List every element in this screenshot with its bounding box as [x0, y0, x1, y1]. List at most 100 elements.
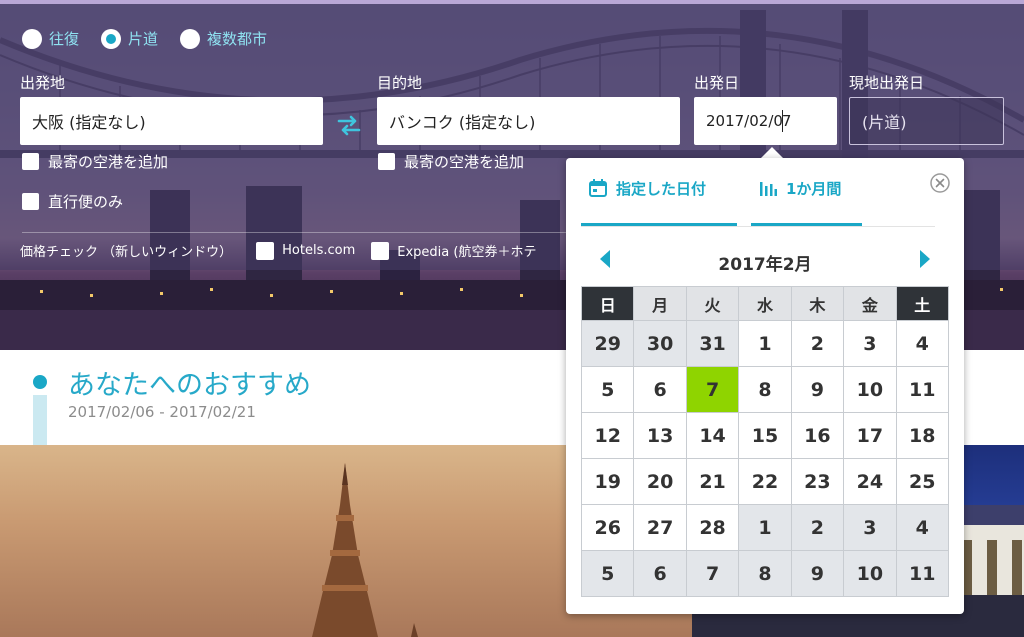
- depart-date-value-part1: 2017/02/0: [706, 112, 783, 130]
- calendar-day-outside-month[interactable]: 6: [633, 550, 687, 597]
- calendar-day[interactable]: 14: [685, 412, 740, 459]
- calendar-week: 29 30 31 1 2 3 4: [580, 320, 950, 367]
- calendar-day[interactable]: 22: [738, 458, 792, 505]
- calendar-day-outside-month[interactable]: 10: [843, 550, 897, 597]
- direct-only-checkbox[interactable]: 直行便のみ: [22, 191, 123, 212]
- calendar-day[interactable]: 9: [790, 366, 845, 413]
- bar-chart-icon: [760, 182, 777, 196]
- calendar-day-selected[interactable]: 7: [685, 366, 740, 413]
- radio-roundtrip-dot[interactable]: [22, 28, 42, 49]
- calendar-day[interactable]: 1: [738, 320, 792, 367]
- calendar-week: 5 6 7 8 9 10 11: [580, 550, 950, 597]
- calendar-day[interactable]: 2: [790, 320, 845, 367]
- calendar-day[interactable]: 16: [790, 412, 845, 459]
- local-depart-date-label: 現地出発日: [849, 74, 925, 92]
- calendar-day[interactable]: 11: [895, 366, 950, 413]
- weekday-wed: 水: [738, 286, 792, 321]
- origin-nearby-label: 最寄の空港を追加: [48, 153, 169, 171]
- calendar-day-outside-month[interactable]: 7: [685, 550, 740, 597]
- calendar-day[interactable]: 17: [843, 412, 897, 459]
- close-icon[interactable]: [930, 173, 950, 193]
- origin-nearby-box[interactable]: [22, 153, 39, 170]
- calendar-day-outside-month[interactable]: 5: [580, 550, 635, 597]
- calendar-day[interactable]: 5: [580, 366, 635, 413]
- calendar-day[interactable]: 27: [633, 504, 687, 551]
- origin-nearby-checkbox[interactable]: 最寄の空港を追加: [22, 151, 168, 172]
- calendar-day[interactable]: 18: [895, 412, 950, 459]
- calendar-day-outside-month[interactable]: 8: [738, 550, 792, 597]
- price-check-label: 価格チェック （新しいウィンドウ）: [20, 245, 233, 260]
- trip-type-multicity[interactable]: 複数都市: [180, 28, 267, 49]
- trip-type-radio-group: 往復 片道 複数都市: [22, 28, 289, 49]
- calendar-grid: 日 月 火 水 木 金 土 29 30 31 1 2 3 4 5 6 7 8 9…: [580, 286, 950, 597]
- origin-input[interactable]: 大阪 (指定なし): [20, 97, 323, 145]
- tab-specific-date-label: 指定した日付: [616, 180, 707, 198]
- destination-value: バンコク (指定なし): [389, 113, 536, 132]
- next-month-icon[interactable]: [918, 248, 932, 270]
- radio-roundtrip-label: 往復: [49, 30, 80, 48]
- calendar-day[interactable]: 3: [843, 320, 897, 367]
- calendar-day[interactable]: 21: [685, 458, 740, 505]
- local-depart-date-input[interactable]: (片道): [849, 97, 1004, 145]
- calendar-day[interactable]: 23: [790, 458, 845, 505]
- calendar-day[interactable]: 24: [843, 458, 897, 505]
- panel-divider: [22, 232, 582, 233]
- price-check-expedia[interactable]: Expedia (航空券＋ホテ: [371, 241, 536, 260]
- calendar-day-outside-month[interactable]: 3: [843, 504, 897, 551]
- month-title: 2017年2月: [718, 255, 812, 275]
- weekday-fri: 金: [843, 286, 897, 321]
- radio-multicity-dot[interactable]: [180, 28, 201, 49]
- trip-type-roundtrip[interactable]: 往復: [22, 28, 79, 49]
- weekday-sat: 土: [895, 286, 950, 321]
- depart-date-input[interactable]: 2017/02/0 7: [694, 97, 837, 145]
- calendar-day[interactable]: 6: [633, 366, 687, 413]
- weekday-tue: 火: [685, 286, 740, 321]
- calendar-day-outside-month[interactable]: 11: [895, 550, 950, 597]
- calendar-day-outside-month[interactable]: 29: [580, 320, 635, 367]
- destination-nearby-box[interactable]: [378, 153, 395, 170]
- weekday-mon: 月: [633, 286, 687, 321]
- calendar-day-outside-month[interactable]: 4: [895, 504, 950, 551]
- calendar-day[interactable]: 20: [633, 458, 687, 505]
- calendar-day[interactable]: 15: [738, 412, 792, 459]
- weekday-thu: 木: [790, 286, 845, 321]
- calendar-day-outside-month[interactable]: 1: [738, 504, 792, 551]
- calendar-icon: [589, 179, 607, 197]
- tab-specific-date[interactable]: 指定した日付: [588, 178, 706, 226]
- radio-oneway-dot[interactable]: [101, 28, 122, 49]
- calendar-day-outside-month[interactable]: 31: [685, 320, 740, 367]
- depart-date-value-part2: 7: [781, 112, 792, 130]
- recommendations-title: あなたへのおすすめ: [68, 370, 311, 401]
- trip-type-oneway[interactable]: 片道: [101, 28, 158, 49]
- calendar-day[interactable]: 10: [843, 366, 897, 413]
- calendar-day[interactable]: 4: [895, 320, 950, 367]
- calendar-week: 5 6 7 8 9 10 11: [580, 366, 950, 413]
- local-depart-date-placeholder: (片道): [862, 113, 907, 132]
- date-picker-pointer: [761, 147, 783, 158]
- price-check-hotels[interactable]: Hotels.com: [256, 241, 355, 260]
- destination-nearby-checkbox[interactable]: 最寄の空港を追加: [378, 151, 524, 172]
- calendar-day-outside-month[interactable]: 9: [790, 550, 845, 597]
- price-check-row: 価格チェック （新しいウィンドウ） Hotels.com Expedia (航空…: [20, 241, 552, 260]
- weekday-sun: 日: [580, 286, 635, 321]
- destination-nearby-label: 最寄の空港を追加: [404, 153, 525, 171]
- calendar-day[interactable]: 19: [580, 458, 635, 505]
- calendar-day[interactable]: 12: [580, 412, 635, 459]
- calendar-day[interactable]: 28: [685, 504, 740, 551]
- calendar-day[interactable]: 13: [633, 412, 687, 459]
- tab-whole-month-label: 1か月間: [786, 180, 842, 198]
- direct-only-box[interactable]: [22, 193, 39, 210]
- destination-label: 目的地: [377, 74, 423, 92]
- destination-input[interactable]: バンコク (指定なし): [377, 97, 680, 145]
- price-check-expedia-box[interactable]: [371, 241, 390, 260]
- calendar-day-outside-month[interactable]: 2: [790, 504, 845, 551]
- origin-value: 大阪 (指定なし): [32, 113, 146, 132]
- calendar-week: 19 20 21 22 23 24 25: [580, 458, 950, 505]
- tab-whole-month[interactable]: 1か月間: [758, 178, 841, 226]
- calendar-day[interactable]: 25: [895, 458, 950, 505]
- calendar-day[interactable]: 8: [738, 366, 792, 413]
- calendar-day-outside-month[interactable]: 30: [633, 320, 687, 367]
- swap-arrows-icon[interactable]: [336, 112, 362, 138]
- price-check-hotels-box[interactable]: [256, 241, 275, 260]
- calendar-day[interactable]: 26: [580, 504, 635, 551]
